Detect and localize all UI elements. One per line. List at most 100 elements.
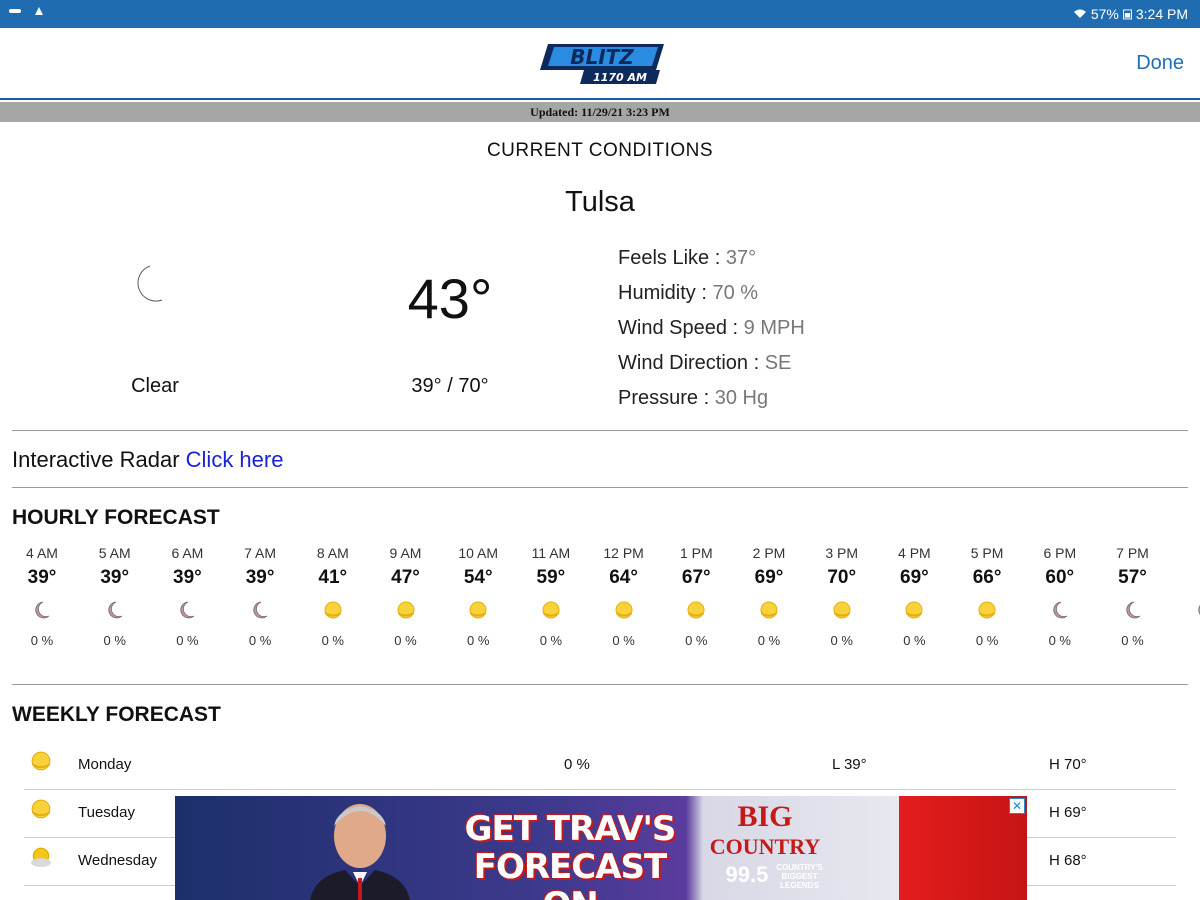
hour-precipitation: 0 % bbox=[539, 633, 563, 648]
updated-timestamp: Updated: 11/29/21 3:23 PM bbox=[0, 102, 1200, 122]
hourly-item: 6 AM 39° 0 % bbox=[152, 545, 222, 648]
hour-temperature: 39° bbox=[245, 567, 275, 588]
ad-frequency: 99.5 COUNTRY'S BIGGEST LEGENDS bbox=[725, 862, 823, 890]
hour-time: 7 AM bbox=[244, 545, 277, 561]
app-header: BLITZ 1170 AM Done bbox=[0, 28, 1200, 100]
hour-temperature: 5 bbox=[1170, 567, 1200, 595]
hour-temperature: 70° bbox=[827, 567, 857, 588]
divider bbox=[12, 487, 1188, 488]
hourly-item: 9 AM 47° 0 % bbox=[371, 545, 441, 648]
hourly-item: 1 PM 67° 0 % bbox=[661, 545, 731, 648]
hour-time: 10 AM bbox=[458, 545, 499, 561]
sun-icon bbox=[734, 595, 804, 625]
weekly-day: Monday bbox=[78, 756, 132, 773]
hour-time: 8 AM bbox=[316, 545, 349, 561]
detail-wind-direction: Wind Direction : SE bbox=[618, 352, 792, 374]
hourly-item: 6 PM 60° 0 % bbox=[1025, 545, 1095, 648]
hourly-item: 5 PM 66° 0 % bbox=[952, 545, 1022, 648]
moon-icon bbox=[7, 595, 77, 625]
hourly-item: 4 AM 39° 0 % bbox=[7, 545, 77, 648]
hour-time: 9 AM bbox=[389, 545, 422, 561]
hour-temperature: 47° bbox=[391, 567, 420, 588]
ad-banner[interactable]: GET TRAV'S FORECAST ON BIG COUNTRY 99.5 … bbox=[175, 796, 1027, 900]
hour-time: 5 AM bbox=[98, 545, 131, 561]
logo-text: BLITZ bbox=[570, 45, 634, 69]
radar-label: Interactive Radar bbox=[12, 447, 180, 472]
hour-precipitation: 0 % bbox=[1121, 633, 1144, 648]
hourly-forecast-strip[interactable]: 4 AM 39° 0 % 5 AM 39° 0 % 6 AM 39° 0 % 7 AM 39° 0 %… bbox=[0, 545, 1200, 665]
sun-icon bbox=[371, 595, 441, 625]
sun-icon bbox=[516, 595, 586, 625]
hour-temperature: 39° bbox=[27, 567, 57, 588]
moon-icon bbox=[1170, 595, 1200, 625]
hour-precipitation: 0 % bbox=[757, 633, 781, 648]
ad-close-icon[interactable]: ✕ bbox=[1009, 798, 1025, 814]
ad-brand: BIG COUNTRY bbox=[709, 800, 821, 860]
hourly-item: 3 PM 70° 0 % bbox=[807, 545, 877, 648]
hour-temperature: 39° bbox=[173, 567, 202, 588]
moon-icon bbox=[1025, 595, 1095, 625]
battery-percent: 57% bbox=[1090, 6, 1119, 22]
hour-time: 8 bbox=[1170, 545, 1200, 567]
logo-subtext: 1170 AM bbox=[593, 71, 647, 84]
moon-icon bbox=[225, 595, 295, 625]
hourly-item: 7 PM 57° 0 % bbox=[1098, 545, 1168, 648]
clock: 3:24 PM bbox=[1135, 6, 1188, 22]
hour-time: 2 PM bbox=[752, 545, 786, 561]
done-button[interactable]: Done bbox=[1136, 52, 1184, 75]
current-conditions-title: CURRENT CONDITIONS bbox=[486, 140, 714, 161]
hourly-item: 11 AM 59° 0 % bbox=[516, 545, 586, 648]
hour-temperature: 66° bbox=[972, 567, 1002, 588]
detail-feels-like: Feels Like : 37° bbox=[618, 247, 757, 269]
partly-cloudy-icon bbox=[30, 846, 52, 868]
hourly-item: 12 PM 64° 0 % bbox=[589, 545, 659, 648]
hour-time: 6 PM bbox=[1043, 545, 1077, 561]
condition-details: Feels Like : 37° Humidity : 70 % Wind Sp… bbox=[618, 245, 805, 420]
status-bar: 57% 3:24 PM bbox=[0, 0, 1200, 28]
hour-time: 11 AM bbox=[531, 545, 571, 561]
weekly-high: H 70° bbox=[1049, 756, 1087, 773]
hour-precipitation: 0 % bbox=[612, 633, 635, 648]
hour-precipitation: 0 % bbox=[321, 633, 344, 648]
hour-precipitation: 0 % bbox=[903, 633, 926, 648]
sun-icon bbox=[952, 595, 1022, 625]
hour-precipitation: 0 % bbox=[248, 633, 272, 648]
weekly-row: Monday 0 % L 39° H 70° bbox=[24, 742, 1176, 790]
weekly-high: H 69° bbox=[1049, 804, 1087, 821]
city-name: Tulsa bbox=[565, 186, 635, 218]
hourly-item: 7 AM 39° 0 % bbox=[225, 545, 295, 648]
hour-precipitation: 0 % bbox=[394, 633, 417, 648]
wifi-icon bbox=[1073, 9, 1086, 18]
hour-time: 6 AM bbox=[171, 545, 204, 561]
sun-icon bbox=[879, 595, 949, 625]
hour-temperature: 69° bbox=[754, 567, 784, 588]
condition-text: Clear bbox=[131, 375, 179, 397]
moon-icon bbox=[137, 265, 163, 302]
weekly-forecast-title: WEEKLY FORECAST bbox=[12, 703, 221, 726]
hour-precipitation: 0 % bbox=[685, 633, 708, 648]
sun-icon bbox=[30, 750, 52, 772]
hour-temperature: 64° bbox=[609, 567, 638, 588]
hour-time: 12 PM bbox=[603, 545, 644, 561]
hour-temperature: 67° bbox=[681, 567, 711, 588]
sun-icon bbox=[661, 595, 731, 625]
radar-row: Interactive Radar Click here bbox=[12, 447, 283, 473]
hour-time: 7 PM bbox=[1116, 545, 1149, 561]
hour-time: 4 AM bbox=[26, 545, 58, 561]
divider bbox=[12, 684, 1188, 685]
high-low-temperature: 39° / 70° bbox=[411, 375, 489, 397]
moon-icon bbox=[1098, 595, 1168, 625]
hour-time: 1 PM bbox=[679, 545, 713, 561]
station-logo: BLITZ 1170 AM bbox=[540, 44, 664, 84]
hourly-item: 85 bbox=[1170, 545, 1200, 633]
sun-icon bbox=[30, 798, 52, 820]
hour-precipitation: 0 % bbox=[103, 633, 126, 648]
ad-headline: GET TRAV'S FORECAST ON bbox=[464, 809, 677, 900]
detail-pressure: Pressure : 30 Hg bbox=[618, 387, 769, 409]
radar-link[interactable]: Click here bbox=[186, 447, 284, 472]
hour-time: 5 PM bbox=[970, 545, 1004, 561]
notification-icon bbox=[9, 9, 21, 13]
hourly-forecast-title: HOURLY FORECAST bbox=[12, 506, 220, 529]
sun-icon bbox=[298, 595, 368, 625]
weekly-day: Wednesday bbox=[78, 852, 157, 869]
